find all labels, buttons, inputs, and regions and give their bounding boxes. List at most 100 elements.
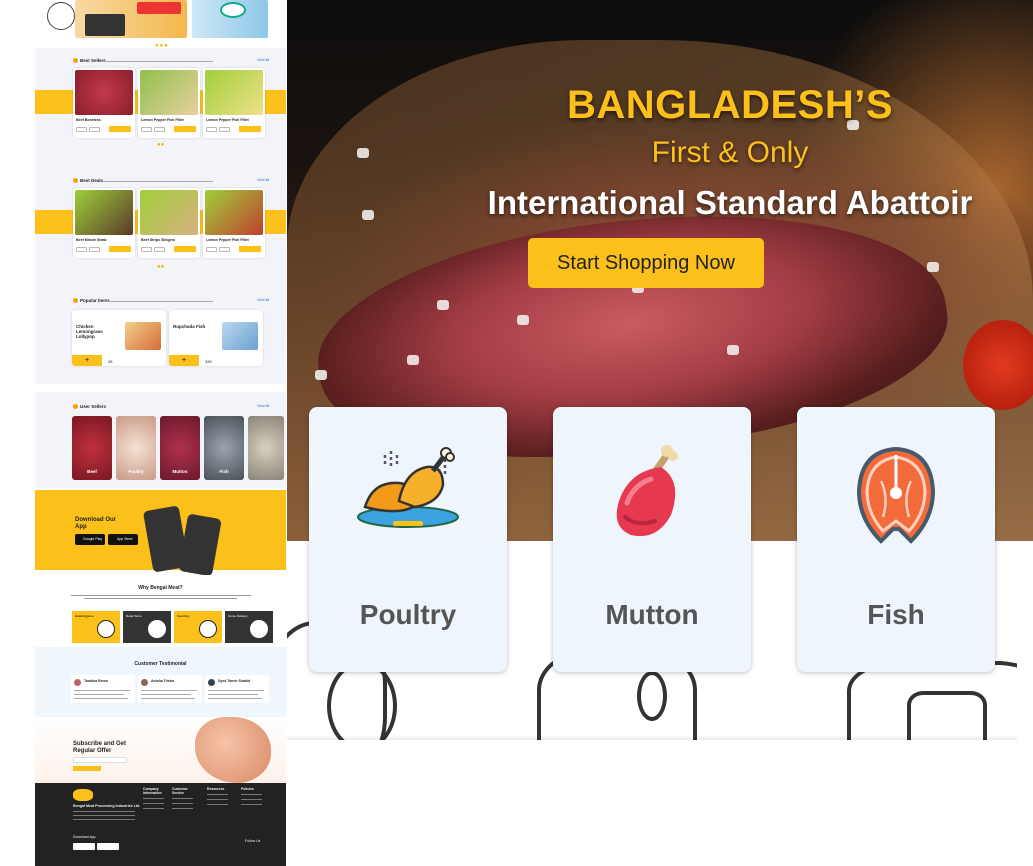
- avatar: [74, 679, 81, 686]
- app-store-button[interactable]: [73, 843, 95, 850]
- add-to-cart-button[interactable]: [239, 246, 261, 252]
- qty-select[interactable]: [219, 247, 230, 252]
- category-card-fish[interactable]: Fish: [204, 416, 244, 480]
- testimonial-card: Tanbina Emon: [71, 675, 135, 703]
- add-button[interactable]: +: [72, 355, 102, 366]
- product-name: Rupchada Fish: [173, 324, 206, 329]
- testimonial-card: Syed Tanvir Shahid: [205, 675, 269, 703]
- add-to-cart-button[interactable]: [109, 246, 131, 252]
- mutton-icon: [616, 445, 678, 537]
- qty-select[interactable]: [154, 247, 165, 252]
- weight-select[interactable]: [206, 247, 217, 252]
- brand-logo[interactable]: [73, 789, 93, 801]
- product-card[interactable]: Lemon Pepper Fish Fillet: [138, 68, 200, 138]
- download-app-section: Download Our App Google Play App Store: [35, 490, 286, 577]
- follow-label: Follow Us: [245, 839, 261, 843]
- section-title: Why Bengal Meat?: [138, 585, 183, 591]
- qty-select[interactable]: [219, 127, 230, 132]
- offer-badge: [220, 2, 246, 18]
- salt-crystal: [727, 345, 739, 355]
- weight-select[interactable]: [141, 247, 152, 252]
- category-card-poultry[interactable]: Poultry: [309, 407, 507, 672]
- product-card[interactable]: Lemon Pepper Fish Fillet: [203, 188, 265, 258]
- section-title: User Sellers: [73, 404, 106, 409]
- category-label: Poultry: [128, 469, 144, 474]
- weight-select[interactable]: [141, 127, 152, 132]
- page-root: ●●● Best Sellers View All Beef Boneless …: [0, 0, 1033, 866]
- category-card-mutton[interactable]: Mutton: [553, 407, 751, 672]
- product-image: [222, 322, 258, 350]
- truck-icon: [97, 620, 115, 638]
- product-card[interactable]: Beef Strips Slingers: [138, 188, 200, 258]
- why-box: Sourcing: [174, 611, 222, 643]
- product-card[interactable]: Lemon Pepper Fish Fillet: [203, 68, 265, 138]
- product-name: Chicken Lemongrass Lollypop: [76, 324, 103, 339]
- reviewer-name: Tanbina Emon: [84, 679, 108, 683]
- google-play-button[interactable]: Google Play: [75, 534, 105, 545]
- app-store-button[interactable]: App Store: [108, 534, 138, 545]
- reviewer-name: Syed Tanvir Shahid: [218, 679, 251, 683]
- carousel-dots[interactable]: ●●: [157, 142, 164, 148]
- why-box-label: Home Delivery: [228, 614, 248, 618]
- category-label: Fish: [219, 469, 229, 474]
- phone-mockup: [178, 513, 222, 577]
- mobile-preview: ●●● Best Sellers View All Beef Boneless …: [35, 0, 286, 866]
- view-all-link[interactable]: View All: [257, 404, 269, 408]
- why-section: Why Bengal Meat? Halal/Hygiene Retail St…: [35, 575, 286, 647]
- qty-select[interactable]: [89, 127, 100, 132]
- product-card[interactable]: Beef Mincle Steak: [73, 188, 135, 258]
- add-to-cart-button[interactable]: [174, 246, 196, 252]
- product-image: [140, 70, 198, 115]
- view-all-link[interactable]: View All: [257, 178, 269, 182]
- why-box: Retail Store: [123, 611, 171, 643]
- salt-crystal: [315, 370, 327, 380]
- category-card-poultry[interactable]: Poultry: [116, 416, 156, 480]
- start-shopping-button[interactable]: Start Shopping Now: [528, 238, 764, 288]
- salt-crystal: [517, 315, 529, 325]
- carousel-dots[interactable]: ●●: [157, 264, 164, 270]
- weight-select[interactable]: [76, 127, 87, 132]
- email-field[interactable]: [73, 757, 127, 763]
- google-play-button[interactable]: [97, 843, 119, 850]
- best-sellers-section: Best Sellers View All Beef Boneless Lemo…: [35, 48, 286, 168]
- category-label: Fish: [867, 599, 925, 630]
- footer-column: Company Information: [143, 787, 169, 813]
- testimonial-card: Anisha Trisha: [138, 675, 202, 703]
- testimonial-section: Customer Testimonial Tanbina Emon Anisha…: [35, 647, 286, 717]
- category-card-more[interactable]: [248, 416, 284, 480]
- weight-select[interactable]: [206, 127, 217, 132]
- footer-column: Policies: [241, 787, 267, 809]
- add-button[interactable]: +: [169, 355, 199, 366]
- hero-tagline: International Standard Abattoir: [487, 184, 973, 221]
- mobile-banner-carousel[interactable]: ●●●: [35, 0, 286, 49]
- category-label: Mutton: [605, 599, 699, 630]
- poultry-icon: [357, 447, 459, 528]
- category-card-fish[interactable]: Fish: [797, 407, 995, 672]
- product-image: [125, 322, 161, 350]
- price: 390: [205, 359, 212, 364]
- column-title: Company Information: [143, 787, 162, 795]
- subscribe-button[interactable]: [73, 766, 101, 771]
- add-to-cart-button[interactable]: [109, 126, 131, 132]
- category-card-mutton[interactable]: Mutton: [160, 416, 200, 480]
- salt-crystal: [927, 262, 939, 272]
- qty-select[interactable]: [154, 127, 165, 132]
- view-all-link[interactable]: View All: [257, 58, 269, 62]
- add-to-cart-button[interactable]: [239, 126, 261, 132]
- weight-select[interactable]: [76, 247, 87, 252]
- section-title: Best Sellers: [73, 58, 106, 63]
- qty-select[interactable]: [89, 247, 100, 252]
- product-card[interactable]: Beef Boneless: [73, 68, 135, 138]
- add-to-cart-button[interactable]: [174, 126, 196, 132]
- category-card-beef[interactable]: Beef: [72, 416, 112, 480]
- section-title: Subscribe and Get Regular Offer: [73, 741, 127, 754]
- category-label: Mutton: [172, 469, 188, 474]
- popular-item-card[interactable]: Rupchada Fish + 390: [169, 310, 263, 366]
- why-box: Halal/Hygiene: [72, 611, 120, 643]
- promo-banner[interactable]: [192, 0, 268, 38]
- promo-banner[interactable]: [75, 0, 187, 38]
- popular-item-card[interactable]: Chicken Lemongrass Lollypop + 38: [72, 310, 166, 366]
- view-all-link[interactable]: View All: [257, 298, 269, 302]
- fish-icon: [856, 446, 936, 544]
- divider: [103, 61, 213, 62]
